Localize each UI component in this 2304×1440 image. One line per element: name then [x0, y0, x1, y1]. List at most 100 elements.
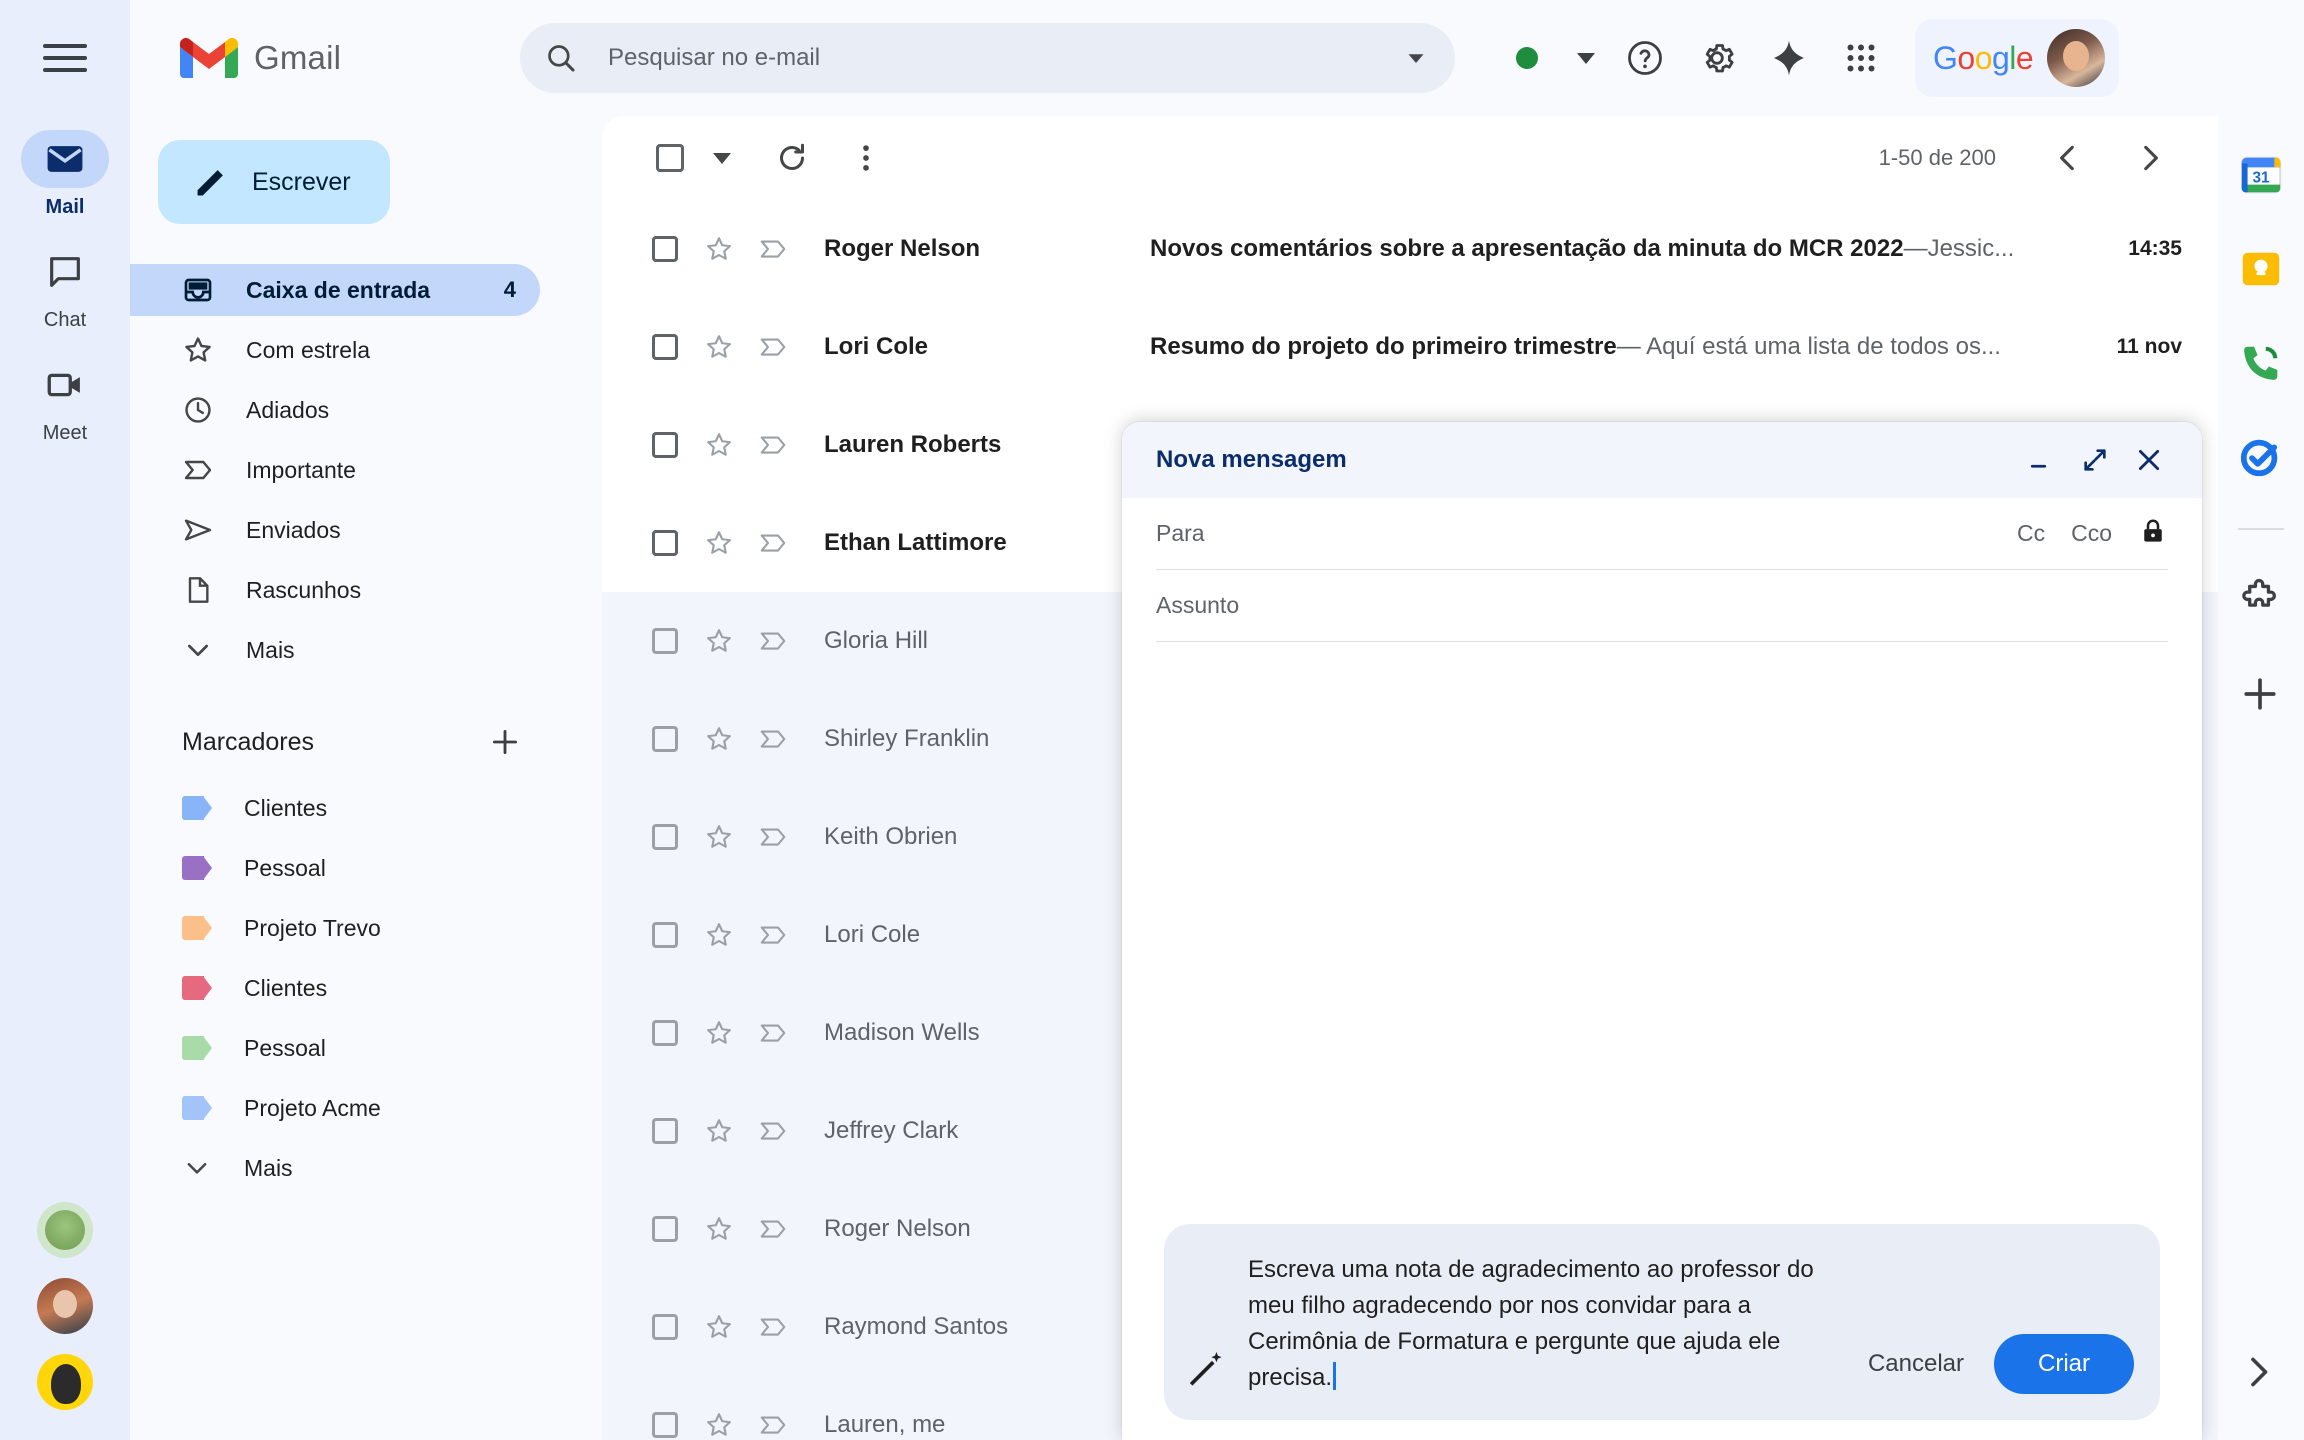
google-account-button[interactable]: Google [1915, 19, 2119, 97]
settings-button[interactable] [1681, 22, 1753, 94]
previous-page-button[interactable] [2036, 126, 2100, 190]
sidebar-item-drafts[interactable]: Rascunhos [130, 564, 540, 616]
sidebar-item-important[interactable]: Importante [130, 444, 540, 496]
sidebar-item-sent[interactable]: Enviados [130, 504, 540, 556]
avatar-contact-3[interactable] [37, 1354, 93, 1410]
refresh-button[interactable] [760, 126, 824, 190]
compose-popout-button[interactable] [2068, 433, 2122, 487]
add-side-panel-button[interactable] [2238, 672, 2284, 718]
row-important-button[interactable] [746, 332, 800, 362]
row-star-button[interactable] [692, 234, 746, 264]
row-checkbox[interactable] [638, 1314, 692, 1340]
sidebar-item-more[interactable]: Mais [130, 624, 540, 676]
compose-minimize-button[interactable] [2014, 433, 2068, 487]
sidebar-item-starred[interactable]: Com estrela [130, 324, 540, 376]
select-all-dropdown[interactable] [702, 126, 742, 190]
create-button[interactable]: Criar [1994, 1334, 2134, 1394]
row-checkbox[interactable] [638, 1216, 692, 1242]
compose-bcc-button[interactable]: Cco [2071, 520, 2112, 547]
label-item-clientes-blue[interactable]: Clientes [130, 782, 602, 834]
google-tasks-icon[interactable] [2238, 434, 2284, 480]
row-star-button[interactable] [692, 724, 746, 754]
avatar-contact-2[interactable] [37, 1278, 93, 1334]
row-checkbox[interactable] [638, 726, 692, 752]
label-item-more[interactable]: Mais [130, 1142, 602, 1194]
row-important-button[interactable] [746, 920, 800, 950]
help-button[interactable] [1609, 22, 1681, 94]
row-checkbox[interactable] [638, 432, 692, 458]
row-important-button[interactable] [746, 1018, 800, 1048]
row-checkbox[interactable] [638, 334, 692, 360]
table-row[interactable]: Lori ColeResumo do projeto do primeiro t… [602, 298, 2218, 396]
row-important-button[interactable] [746, 1116, 800, 1146]
next-page-button[interactable] [2118, 126, 2182, 190]
row-important-button[interactable] [746, 234, 800, 264]
row-important-button[interactable] [746, 430, 800, 460]
row-star-button[interactable] [692, 1018, 746, 1048]
row-checkbox[interactable] [638, 628, 692, 654]
status-indicator[interactable] [1491, 22, 1563, 94]
google-calendar-icon[interactable]: 31 [2238, 152, 2284, 198]
compose-cc-button[interactable]: Cc [2017, 520, 2045, 547]
cancel-button[interactable]: Cancelar [1864, 1342, 1968, 1386]
row-star-button[interactable] [692, 1410, 746, 1440]
label-item-clientes-red[interactable]: Clientes [130, 962, 602, 1014]
label-item-projeto-acme[interactable]: Projeto Acme [130, 1082, 602, 1134]
row-checkbox[interactable] [638, 824, 692, 850]
gmail-brand[interactable]: Gmail [180, 36, 510, 80]
compose-body-editor[interactable]: Escreva uma nota de agradecimento ao pro… [1122, 642, 2202, 1440]
expand-side-panel-button[interactable] [2238, 1352, 2284, 1398]
compose-close-button[interactable] [2122, 433, 2176, 487]
sidebar-item-snoozed[interactable]: Adiados [130, 384, 540, 436]
compose-button[interactable]: Escrever [158, 140, 390, 224]
avatar-contact-1[interactable] [37, 1202, 93, 1258]
compose-to-row[interactable]: Para Cc Cco [1156, 498, 2168, 570]
row-important-button[interactable] [746, 1312, 800, 1342]
row-important-button[interactable] [746, 724, 800, 754]
label-item-projeto-trevo[interactable]: Projeto Trevo [130, 902, 602, 954]
gemini-button[interactable] [1753, 22, 1825, 94]
row-checkbox[interactable] [638, 1118, 692, 1144]
google-apps-button[interactable] [1825, 22, 1897, 94]
search-input[interactable] [608, 44, 1401, 72]
row-checkbox[interactable] [638, 530, 692, 556]
rail-item-meet[interactable]: Meet [11, 356, 119, 445]
row-star-button[interactable] [692, 1312, 746, 1342]
row-star-button[interactable] [692, 822, 746, 852]
rail-item-mail[interactable]: Mail [11, 130, 119, 219]
avatar[interactable] [2047, 29, 2105, 87]
row-important-button[interactable] [746, 1214, 800, 1244]
label-item-pessoal-green[interactable]: Pessoal [130, 1022, 602, 1074]
table-row[interactable]: Roger NelsonNovos comentários sobre a ap… [602, 200, 2218, 298]
label-item-pessoal-purple[interactable]: Pessoal [130, 842, 602, 894]
row-checkbox[interactable] [638, 1020, 692, 1046]
compose-subject-row[interactable]: Assunto [1156, 570, 2168, 642]
row-important-button[interactable] [746, 626, 800, 656]
row-star-button[interactable] [692, 1116, 746, 1146]
row-important-button[interactable] [746, 822, 800, 852]
row-important-button[interactable] [746, 1410, 800, 1440]
row-checkbox[interactable] [638, 922, 692, 948]
more-options-button[interactable] [834, 126, 898, 190]
plus-icon[interactable] [488, 725, 522, 759]
ai-prompt-text[interactable]: Escreva uma nota de agradecimento ao pro… [1248, 1248, 1846, 1396]
select-all-checkbox[interactable] [638, 126, 702, 190]
google-keep-icon[interactable] [2238, 246, 2284, 292]
lock-icon[interactable] [2138, 516, 2168, 551]
row-star-button[interactable] [692, 332, 746, 362]
row-checkbox[interactable] [638, 1412, 692, 1438]
search-bar[interactable] [520, 23, 1455, 93]
rail-item-chat[interactable]: Chat [11, 243, 119, 332]
row-important-button[interactable] [746, 528, 800, 558]
row-star-button[interactable] [692, 626, 746, 656]
row-checkbox[interactable] [638, 236, 692, 262]
row-star-button[interactable] [692, 1214, 746, 1244]
puzzle-piece-icon[interactable] [2238, 578, 2284, 624]
main-menu-button[interactable] [0, 0, 130, 116]
compose-window-header[interactable]: Nova mensagem [1122, 422, 2202, 498]
sidebar-item-inbox[interactable]: Caixa de entrada 4 [130, 264, 540, 316]
row-star-button[interactable] [692, 920, 746, 950]
google-contacts-phone-icon[interactable] [2238, 340, 2284, 386]
row-star-button[interactable] [692, 430, 746, 460]
status-dropdown-button[interactable] [1563, 22, 1609, 94]
